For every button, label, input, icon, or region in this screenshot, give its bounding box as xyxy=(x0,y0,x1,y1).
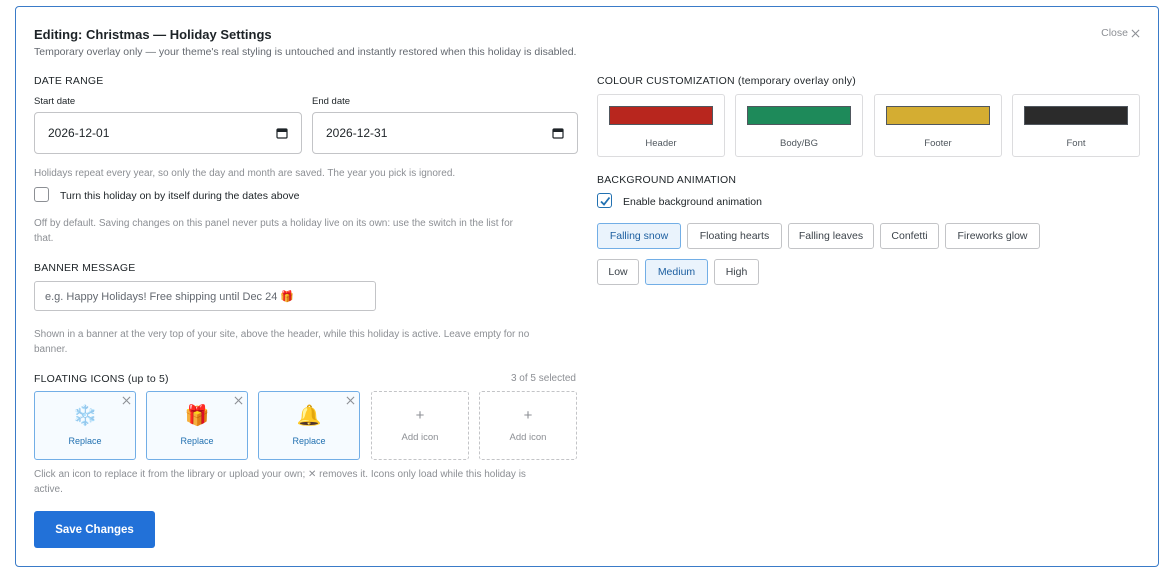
swatch-label: Body/BG xyxy=(779,138,819,149)
calendar-icon[interactable] xyxy=(552,127,564,139)
save-changes-button[interactable]: Save Changes xyxy=(34,511,155,548)
swatch-label: Footer xyxy=(924,138,952,149)
animation-falling-leaves[interactable]: Falling leaves xyxy=(788,223,874,249)
close-label: Close xyxy=(1101,27,1128,39)
animation-floating-hearts[interactable]: Floating hearts xyxy=(687,223,782,249)
enable-animation-label: Enable background animation xyxy=(623,196,762,208)
auto-enable-label: Turn this holiday on by itself during th… xyxy=(60,190,300,202)
date-range-help: Holidays repeat every year, so only the … xyxy=(34,168,456,179)
auto-enable-help-line1: Off by default. Saving changes on this p… xyxy=(34,218,513,229)
checkmark-icon xyxy=(600,196,611,206)
intensity-high[interactable]: High xyxy=(714,259,759,285)
enable-animation-checkbox[interactable] xyxy=(597,193,612,208)
icons-selected-counter: 3 of 5 selected xyxy=(510,373,576,384)
close-icon xyxy=(1131,29,1140,37)
banner-help-line1: Shown in a banner at the very top of you… xyxy=(34,329,530,340)
date-range-heading: DATE RANGE xyxy=(34,75,104,87)
animation-fireworks-glow[interactable]: Fireworks glow xyxy=(945,223,1040,249)
background-animation-heading: BACKGROUND ANIMATION xyxy=(597,174,737,186)
swatch-header[interactable]: Header xyxy=(597,94,725,157)
intensity-medium[interactable]: Medium xyxy=(645,259,708,285)
end-date-input[interactable]: 2026-12-31 xyxy=(312,112,578,154)
banner-help-line2: banner. xyxy=(34,344,68,355)
gift-icon: 🎁 xyxy=(184,405,210,427)
end-date-value: 2026-12-31 xyxy=(326,126,388,140)
swatch-font[interactable]: Font xyxy=(1012,94,1140,157)
start-date-value: 2026-12-01 xyxy=(48,126,110,140)
calendar-icon[interactable] xyxy=(276,127,288,139)
swatch-body-bg[interactable]: Body/BG xyxy=(735,94,863,157)
swatch-label: Header xyxy=(645,138,677,149)
start-date-label: Start date xyxy=(34,96,76,107)
banner-heading: BANNER MESSAGE xyxy=(34,262,136,274)
animation-falling-snow[interactable]: Falling snow xyxy=(597,223,681,249)
swatch-footer[interactable]: Footer xyxy=(874,94,1002,157)
auto-enable-checkbox[interactable] xyxy=(34,187,49,202)
bell-icon: 🔔 xyxy=(296,405,322,427)
floating-icons-heading: FLOATING ICONS (up to 5) xyxy=(34,373,169,385)
auto-enable-help-line2: that. xyxy=(34,233,54,244)
colour-customization-heading: COLOUR CUSTOMIZATION (temporary overlay … xyxy=(597,75,856,87)
holiday-settings-panel: Editing: Christmas — Holiday Settings Te… xyxy=(15,6,1159,567)
add-icon-label: Add icon xyxy=(401,432,439,443)
floating-icon-card-1[interactable]: ❄️ Replace xyxy=(34,391,136,460)
banner-message-input[interactable]: e.g. Happy Holidays! Free shipping until… xyxy=(34,281,376,311)
banner-placeholder: e.g. Happy Holidays! Free shipping until… xyxy=(45,290,295,303)
snowflake-icon: ❄️ xyxy=(72,405,98,427)
add-icon-label: Add icon xyxy=(509,432,547,443)
replace-label[interactable]: Replace xyxy=(147,436,247,446)
panel-title: Editing: Christmas — Holiday Settings xyxy=(34,27,272,42)
swatch-label: Font xyxy=(1066,138,1086,149)
animation-confetti[interactable]: Confetti xyxy=(880,223,939,249)
icons-help-line1: Click an icon to replace it from the lib… xyxy=(34,469,526,480)
close-button[interactable]: Close xyxy=(1101,27,1140,39)
floating-icon-card-3[interactable]: 🔔 Replace xyxy=(258,391,360,460)
add-icon-slot-2[interactable]: + Add icon xyxy=(479,391,577,460)
intensity-low[interactable]: Low xyxy=(597,259,639,285)
plus-icon: + xyxy=(523,407,533,424)
end-date-label: End date xyxy=(312,96,351,107)
replace-label[interactable]: Replace xyxy=(259,436,359,446)
color-chip xyxy=(747,106,851,125)
replace-label[interactable]: Replace xyxy=(35,436,135,446)
add-icon-slot-1[interactable]: + Add icon xyxy=(371,391,469,460)
color-chip xyxy=(609,106,713,125)
icons-help-line2: active. xyxy=(34,484,63,495)
floating-icon-card-2[interactable]: 🎁 Replace xyxy=(146,391,248,460)
plus-icon: + xyxy=(415,407,425,424)
color-chip xyxy=(1024,106,1128,125)
panel-subtitle: Temporary overlay only — your theme's re… xyxy=(34,46,577,58)
start-date-input[interactable]: 2026-12-01 xyxy=(34,112,302,154)
color-chip xyxy=(886,106,990,125)
